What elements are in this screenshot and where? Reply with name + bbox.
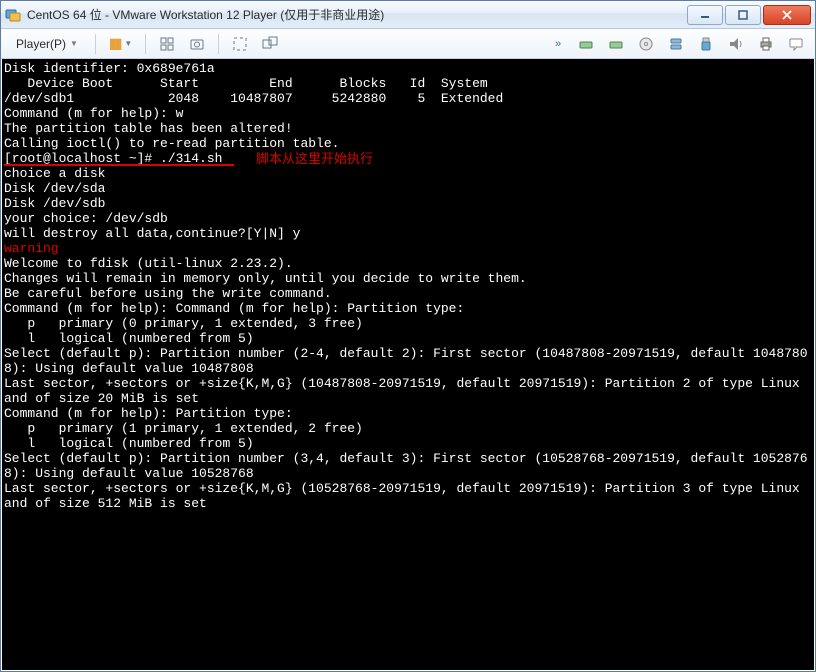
usb-icon <box>698 36 714 52</box>
terminal-line: will destroy all data,continue?[Y|N] y <box>4 226 812 241</box>
minimize-button[interactable] <box>687 5 723 25</box>
terminal-line: Select (default p): Partition number (3,… <box>4 451 812 481</box>
terminal-line: Be careful before using the write comman… <box>4 286 812 301</box>
app-icon <box>5 7 21 23</box>
snapshot-button[interactable] <box>184 33 210 55</box>
terminal-line: Welcome to fdisk (util-linux 2.23.2). <box>4 256 812 271</box>
close-button[interactable] <box>763 5 811 25</box>
terminal-line: Command (m for help): Command (m for hel… <box>4 301 812 316</box>
sound-button[interactable] <box>723 33 749 55</box>
window-title: CentOS 64 位 - VMware Workstation 12 Play… <box>27 6 687 23</box>
network-icon <box>578 36 594 52</box>
fullscreen-button[interactable] <box>227 33 253 55</box>
toolbar: Player(P) ▼ ▮▮ ▼ » <box>1 29 815 59</box>
usb-button[interactable] <box>693 33 719 55</box>
chevron-down-icon: ▼ <box>70 39 78 48</box>
chevron-down-icon: ▼ <box>124 39 132 48</box>
terminal-line: choice a disk <box>4 166 812 181</box>
pause-button[interactable]: ▮▮ ▼ <box>104 33 137 55</box>
terminal-line: Disk identifier: 0x689e761a <box>4 61 812 76</box>
terminal-line: p primary (1 primary, 1 extended, 2 free… <box>4 421 812 436</box>
annotation-underline <box>4 164 234 166</box>
unity-button[interactable] <box>257 33 283 55</box>
hard-disk-button[interactable] <box>663 33 689 55</box>
message-icon <box>788 36 804 52</box>
terminal-line: p primary (0 primary, 1 extended, 3 free… <box>4 316 812 331</box>
terminal[interactable]: Disk identifier: 0x689e761a Device Boot … <box>2 59 814 670</box>
printer-icon <box>758 36 774 52</box>
terminal-line: l logical (numbered from 5) <box>4 331 812 346</box>
speaker-icon <box>728 36 744 52</box>
terminal-line: /dev/sdb1 2048 10487807 5242880 5 Extend… <box>4 91 812 106</box>
fullscreen-icon <box>232 36 248 52</box>
network-adapter2-button[interactable] <box>603 33 629 55</box>
network-icon <box>608 36 624 52</box>
chevrons-icon: » <box>555 38 561 50</box>
terminal-line: your choice: /dev/sdb <box>4 211 812 226</box>
cd-dvd-button[interactable] <box>633 33 659 55</box>
separator <box>218 34 219 54</box>
terminal-line: Disk /dev/sda <box>4 181 812 196</box>
help-button[interactable] <box>783 33 809 55</box>
grid-icon <box>159 36 175 52</box>
send-ctrl-alt-del-button[interactable] <box>154 33 180 55</box>
terminal-line: Disk /dev/sdb <box>4 196 812 211</box>
terminal-line: Device Boot Start End Blocks Id System <box>4 76 812 91</box>
terminal-line: Command (m for help): w <box>4 106 812 121</box>
terminal-line: Last sector, +sectors or +size{K,M,G} (1… <box>4 376 812 406</box>
capture-icon <box>189 36 205 52</box>
separator <box>95 34 96 54</box>
network-adapter1-button[interactable] <box>573 33 599 55</box>
terminal-line: The partition table has been altered! <box>4 121 812 136</box>
chevrons-button[interactable]: » <box>547 33 569 55</box>
player-menu-label: Player(P) <box>16 37 66 51</box>
maximize-button[interactable] <box>725 5 761 25</box>
disk-stack-icon <box>668 36 684 52</box>
terminal-line: Changes will remain in memory only, unti… <box>4 271 812 286</box>
warning-line: warning <box>4 241 812 256</box>
terminal-line: Select (default p): Partition number (2-… <box>4 346 812 376</box>
annotation-text: 脚本从这里开始执行 <box>256 151 373 166</box>
window-buttons <box>687 5 811 25</box>
terminal-line: Command (m for help): Partition type: <box>4 406 812 421</box>
separator <box>145 34 146 54</box>
player-menu-button[interactable]: Player(P) ▼ <box>7 33 87 55</box>
printer-button[interactable] <box>753 33 779 55</box>
titlebar: CentOS 64 位 - VMware Workstation 12 Play… <box>1 1 815 29</box>
pause-icon: ▮▮ <box>109 35 120 52</box>
unity-icon <box>262 36 278 52</box>
terminal-line: l logical (numbered from 5) <box>4 436 812 451</box>
disc-icon <box>638 36 654 52</box>
terminal-line: Calling ioctl() to re-read partition tab… <box>4 136 812 151</box>
terminal-line: [root@localhost ~]# ./314.sh脚本从这里开始执行 <box>4 151 812 166</box>
terminal-line: Last sector, +sectors or +size{K,M,G} (1… <box>4 481 812 511</box>
